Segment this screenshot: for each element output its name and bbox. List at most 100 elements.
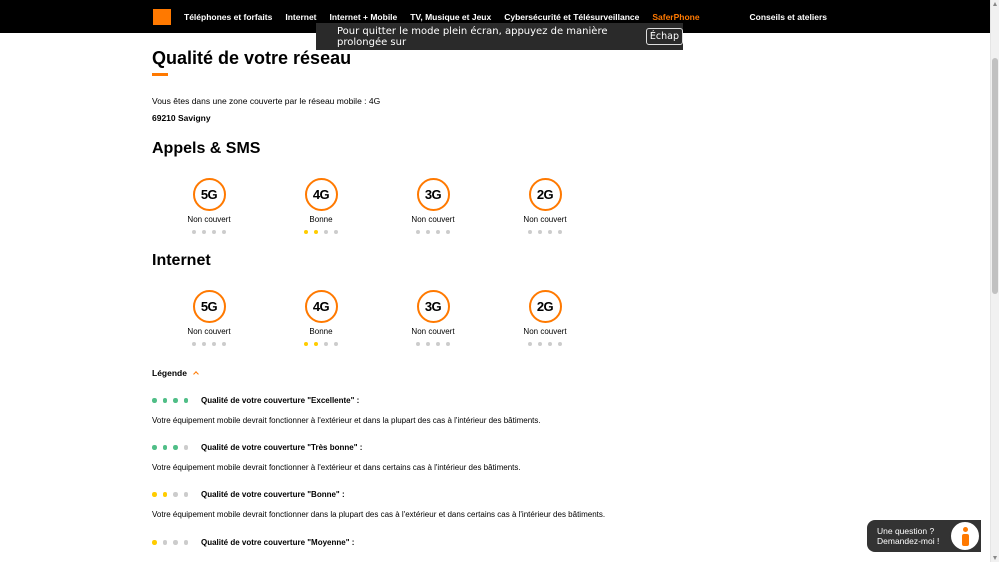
nav-item-telephones[interactable]: Téléphones et forfaits xyxy=(184,12,272,22)
fullscreen-exit-notice: Pour quitter le mode plein écran, appuye… xyxy=(316,23,683,50)
tech-circle: 5G xyxy=(192,290,226,323)
nav-item-conseils-ateliers[interactable]: Conseils et ateliers xyxy=(750,12,827,22)
tech-circle: 3G xyxy=(416,178,450,211)
signal-dot xyxy=(538,342,542,346)
legend-label: Qualité de votre couverture "Bonne" : xyxy=(201,490,345,499)
legend-dot xyxy=(162,492,167,497)
scroll-up-arrow-icon[interactable] xyxy=(993,2,997,6)
legend-dots xyxy=(152,492,201,497)
orange-logo-icon[interactable] xyxy=(153,9,171,25)
scroll-down-arrow-icon[interactable] xyxy=(993,556,997,560)
signal-dot xyxy=(548,230,552,234)
legend-dot xyxy=(152,445,157,450)
nav-item-saferphone[interactable]: SaferPhone xyxy=(652,12,699,22)
legend-dots xyxy=(152,540,201,545)
signal-dots xyxy=(276,230,366,234)
legend-dot xyxy=(183,445,188,450)
legend-description: Votre équipement mobile devrait fonction… xyxy=(152,510,606,519)
signal-dots xyxy=(164,342,254,346)
tech-4g: 4G Bonne xyxy=(276,178,366,234)
legend-dot xyxy=(152,398,157,403)
signal-dot xyxy=(324,230,328,234)
signal-dot xyxy=(334,230,338,234)
signal-dot xyxy=(416,230,420,234)
legend-entry: Qualité de votre couverture "Très bonne"… xyxy=(152,443,652,472)
legend-dot xyxy=(183,398,188,403)
nav-item-cybersecurite[interactable]: Cybersécurité et Télésurveillance xyxy=(504,12,639,22)
chevron-up-icon xyxy=(193,371,199,377)
signal-dot xyxy=(192,230,196,234)
legend-dot xyxy=(183,492,188,497)
tech-status: Bonne xyxy=(309,215,333,224)
signal-dots xyxy=(388,230,478,234)
legend-dot xyxy=(183,540,188,545)
tech-circle: 2G xyxy=(528,290,562,323)
signal-dot xyxy=(304,230,308,234)
signal-dots xyxy=(388,342,478,346)
legend-dot xyxy=(162,540,167,545)
signal-dots xyxy=(500,342,590,346)
nav-item-internet-mobile[interactable]: Internet + Mobile xyxy=(330,12,398,22)
tech-status: Non couvert xyxy=(411,215,455,224)
tech-2g: 2G Non couvert xyxy=(500,178,590,234)
tech-circle: 4G xyxy=(304,178,338,211)
tech-circle: 4G xyxy=(304,290,338,323)
legend-dot xyxy=(162,445,167,450)
signal-dot xyxy=(416,342,420,346)
signal-dots xyxy=(164,230,254,234)
signal-dot xyxy=(314,230,318,234)
signal-dot xyxy=(212,230,216,234)
legend-dot xyxy=(173,398,178,403)
signal-dot xyxy=(538,230,542,234)
signal-dot xyxy=(304,342,308,346)
tech-circle: 2G xyxy=(528,178,562,211)
legend-dot xyxy=(152,540,157,545)
tech-status: Non couvert xyxy=(523,327,567,336)
tech-status: Non couvert xyxy=(187,215,231,224)
legend-description: Votre équipement mobile devrait fonction… xyxy=(152,463,521,472)
legend-dot xyxy=(173,540,178,545)
page-scrollbar[interactable] xyxy=(990,0,999,562)
coverage-summary: Vous êtes dans une zone couverte par le … xyxy=(152,96,381,106)
legend-label: Qualité de votre couverture "Très bonne"… xyxy=(201,443,363,452)
signal-dot xyxy=(222,230,226,234)
tech-status: Non couvert xyxy=(411,327,455,336)
assistant-avatar-icon[interactable] xyxy=(949,520,981,552)
title-underline xyxy=(152,73,168,76)
tech-status: Non couvert xyxy=(187,327,231,336)
page-title: Qualité de votre réseau xyxy=(152,48,352,68)
signal-dot xyxy=(436,230,440,234)
fullscreen-notice-text: Pour quitter le mode plein écran, appuye… xyxy=(337,25,608,48)
signal-dot xyxy=(528,342,532,346)
signal-dots xyxy=(500,230,590,234)
signal-dot xyxy=(446,342,450,346)
secondary-nav: Conseils et ateliers xyxy=(750,0,827,33)
legend-description: Votre équipement mobile devrait fonction… xyxy=(152,416,541,425)
legend-toggle[interactable]: Légende xyxy=(152,368,199,378)
legend-entry: Qualité de votre couverture "Bonne" : Vot… xyxy=(152,490,652,519)
location-label: 69210 Savigny xyxy=(152,113,211,123)
legend-entry: Qualité de votre couverture "Excellente"… xyxy=(152,396,652,425)
signal-dot xyxy=(426,342,430,346)
legend-label: Qualité de votre couverture "Moyenne" : xyxy=(201,538,355,547)
signal-dot xyxy=(212,342,216,346)
tech-circle: 3G xyxy=(416,290,450,323)
signal-dot xyxy=(334,342,338,346)
tech-2g: 2G Non couvert xyxy=(500,290,590,346)
signal-dot xyxy=(314,342,318,346)
legend-dots xyxy=(152,398,201,403)
signal-dot xyxy=(202,342,206,346)
tech-3g: 3G Non couvert xyxy=(388,290,478,346)
signal-dot xyxy=(548,342,552,346)
nav-item-tv-musique-jeux[interactable]: TV, Musique et Jeux xyxy=(410,12,491,22)
legend-dots xyxy=(152,445,201,450)
section-title-appels-sms: Appels & SMS xyxy=(152,140,261,157)
tech-4g: 4G Bonne xyxy=(276,290,366,346)
legend-entry: Qualité de votre couverture "Moyenne" : xyxy=(152,538,652,547)
nav-item-internet[interactable]: Internet xyxy=(285,12,316,22)
signal-dot xyxy=(436,342,440,346)
scroll-thumb[interactable] xyxy=(992,58,998,294)
tech-5g: 5G Non couvert xyxy=(164,290,254,346)
legend-dot xyxy=(173,492,178,497)
signal-dot xyxy=(528,230,532,234)
